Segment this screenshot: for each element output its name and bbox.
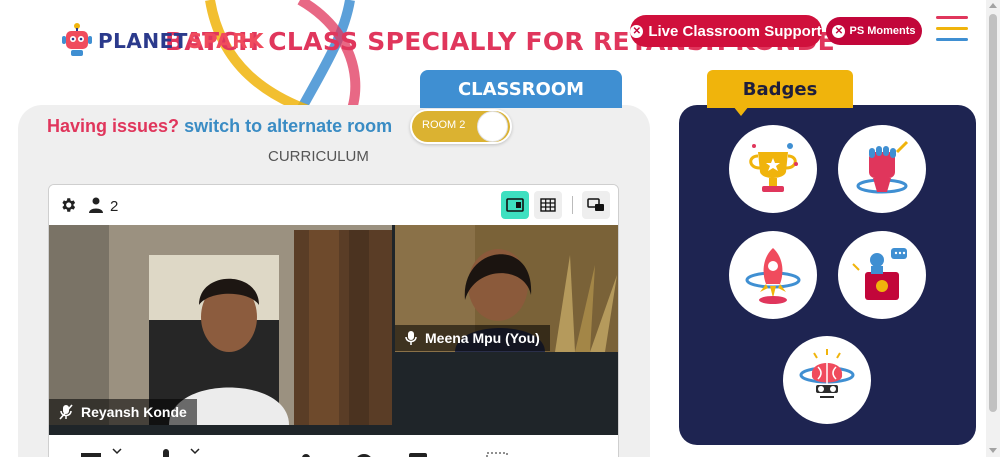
- planetspark-logo[interactable]: PLANETSPARK: [60, 22, 264, 60]
- alternate-room-link[interactable]: switch to alternate room: [184, 116, 392, 136]
- trophy-icon: [749, 143, 798, 192]
- participants-icon[interactable]: [89, 197, 103, 213]
- room-toggle-knob[interactable]: [477, 111, 508, 142]
- participant-name-tag: Reyansh Konde: [49, 399, 197, 425]
- fist-icon: [856, 140, 909, 194]
- fist-badge[interactable]: [838, 125, 926, 213]
- video-call-widget: 2 Reyansh Konde Meena Mpu (You): [48, 184, 619, 457]
- participant-video-frame: [49, 225, 392, 425]
- issues-line: Having issues? switch to alternate room: [47, 116, 392, 137]
- ps-moments-label: PS Moments: [849, 25, 916, 37]
- speaker-badge[interactable]: [838, 231, 926, 319]
- trophy-badge[interactable]: [729, 125, 817, 213]
- participant-name: Reyansh Konde: [81, 404, 187, 420]
- room-toggle-label: ROOM 2: [422, 119, 466, 131]
- brain-badge[interactable]: [783, 336, 871, 424]
- grid-view-button[interactable]: [534, 191, 562, 219]
- curriculum-link[interactable]: CURRICULUM: [268, 148, 369, 165]
- camera-icon: [81, 453, 101, 457]
- speaker-view-button[interactable]: [501, 191, 529, 219]
- participant-tile[interactable]: Meena Mpu (You): [395, 225, 618, 352]
- mic-icon: [405, 331, 417, 345]
- participant-count: 2: [110, 198, 119, 215]
- badges-tab-pointer: [733, 106, 749, 116]
- picture-in-picture-button[interactable]: [582, 191, 610, 219]
- brain-icon: [799, 349, 855, 398]
- tab-badges[interactable]: Badges: [707, 70, 853, 108]
- video-area: Reyansh Konde Meena Mpu (You): [49, 225, 618, 457]
- chevron-down-icon: [190, 448, 200, 455]
- video-toolbar: 2: [49, 185, 618, 225]
- scrollbar-thumb[interactable]: [989, 14, 997, 412]
- speaker-view-icon: [506, 198, 524, 212]
- picture-in-picture-icon: [587, 198, 604, 211]
- mic-icon: [163, 449, 169, 457]
- rocket-icon: [745, 248, 801, 304]
- participant-tile[interactable]: Reyansh Konde: [49, 225, 392, 425]
- close-circle-icon: ✕: [630, 24, 644, 38]
- participant-name: Meena Mpu (You): [425, 330, 540, 346]
- logo-text: PLANETSPARK: [98, 29, 265, 53]
- scroll-down-icon[interactable]: [989, 448, 997, 453]
- mic-off-icon: [59, 404, 73, 420]
- ps-moments-button[interactable]: ✕ PS Moments: [826, 17, 922, 45]
- live-support-button[interactable]: ✕ Live Classroom Support: [630, 15, 822, 47]
- page-scrollbar[interactable]: [986, 0, 1000, 457]
- participant-name-tag: Meena Mpu (You): [395, 325, 550, 351]
- room-toggle[interactable]: ROOM 2: [410, 109, 512, 144]
- chevron-down-icon: [112, 448, 122, 455]
- tab-classroom[interactable]: CLASSROOM: [420, 70, 622, 108]
- scroll-up-icon[interactable]: [989, 3, 997, 8]
- close-circle-icon: ✕: [832, 24, 846, 38]
- live-support-label: Live Classroom Support: [648, 22, 822, 40]
- gear-icon[interactable]: [59, 196, 77, 214]
- rocket-badge[interactable]: [729, 231, 817, 319]
- whiteboard-icon: [486, 452, 508, 457]
- share-screen-icon: [409, 453, 427, 457]
- toolbar-divider: [572, 196, 573, 214]
- robot-logo-icon: [62, 23, 92, 56]
- call-controls-bar: [49, 435, 618, 457]
- grid-view-icon: [540, 198, 556, 212]
- issues-question: Having issues?: [47, 116, 180, 136]
- hamburger-menu-icon[interactable]: [936, 16, 968, 44]
- speaker-icon: [852, 248, 907, 300]
- call-controls-icons: [81, 448, 508, 457]
